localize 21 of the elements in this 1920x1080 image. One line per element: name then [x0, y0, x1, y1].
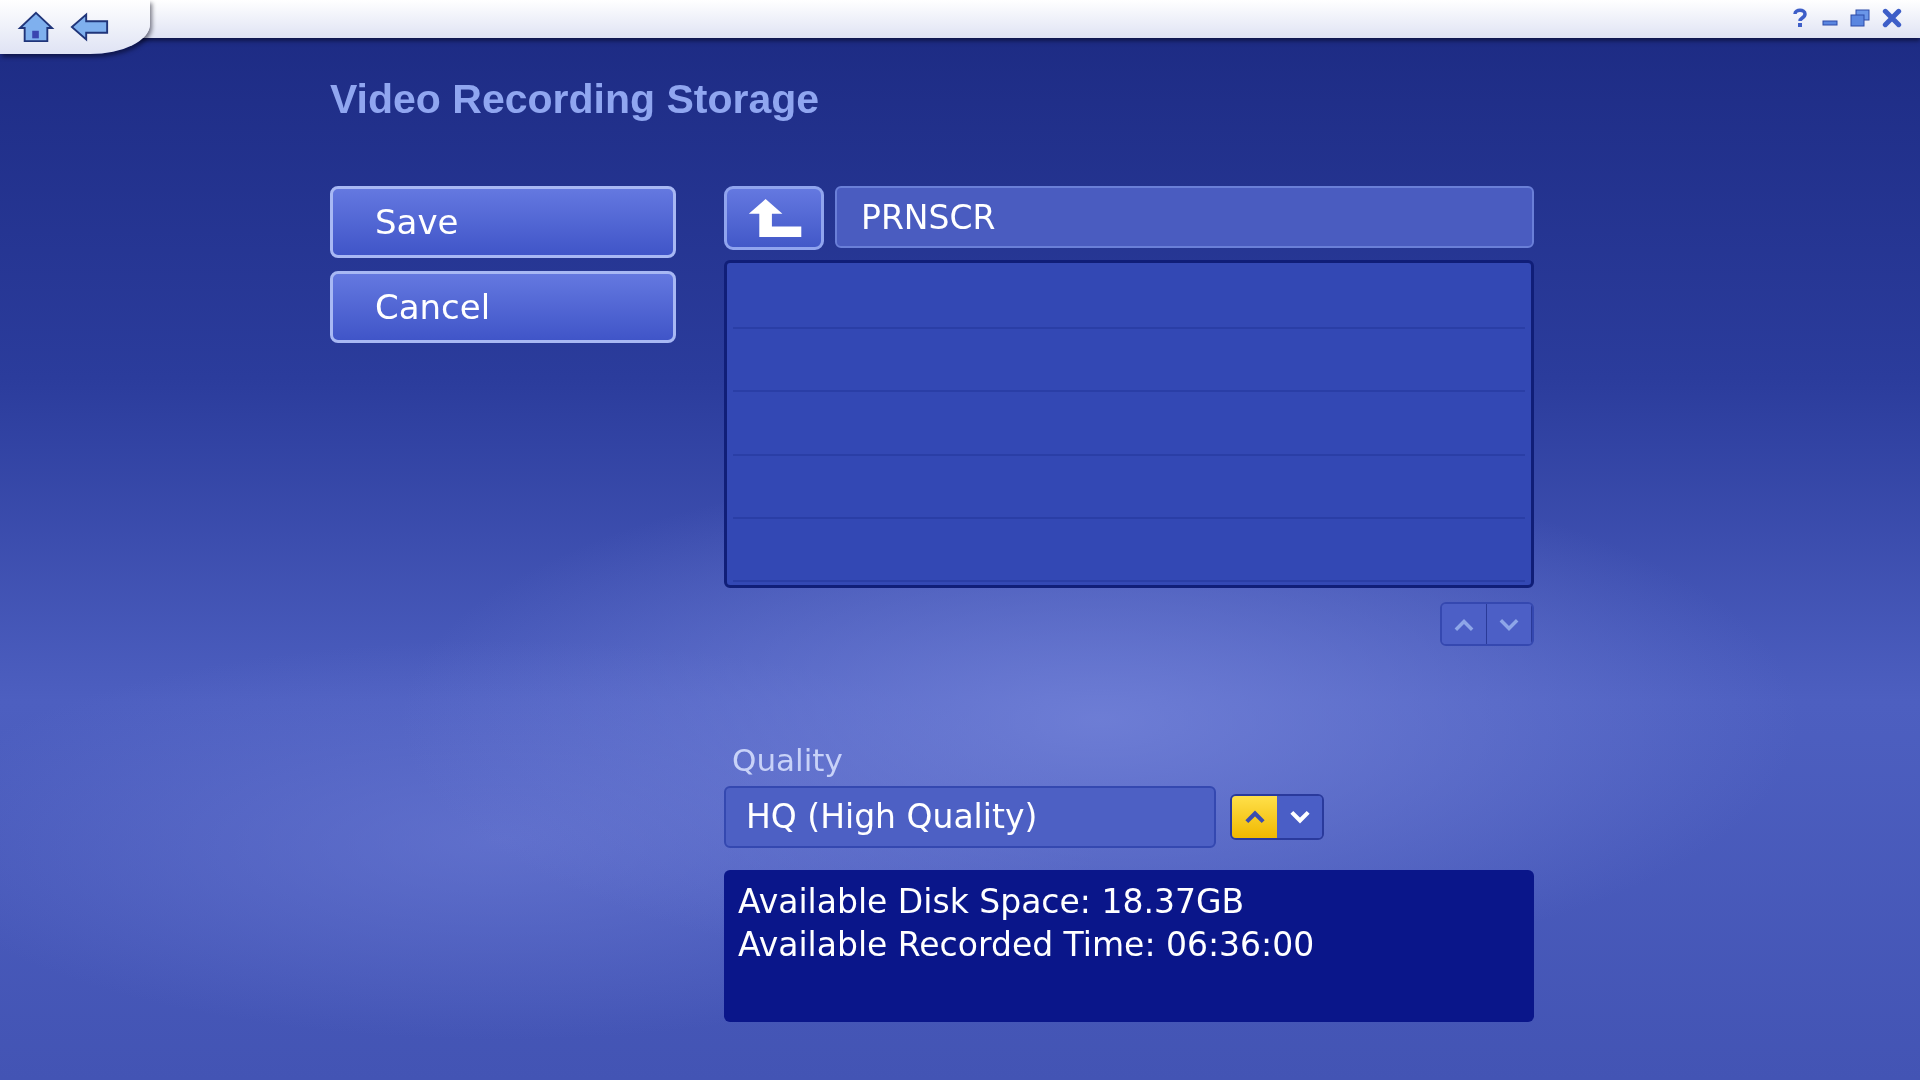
folder-name-field: PRNSCR	[835, 186, 1534, 248]
minimize-icon[interactable]	[1822, 19, 1838, 27]
close-icon[interactable]	[1882, 8, 1902, 28]
info-text: Available Disk Space: 18.37GB	[738, 881, 1245, 923]
increase-button[interactable]	[1232, 796, 1277, 838]
page-title: Video Recording Storage	[330, 76, 821, 124]
restore-icon[interactable]	[1850, 8, 1870, 28]
info-text: Available Recorded Time: 06:36:00	[738, 924, 1315, 966]
chevron-up-icon	[1452, 618, 1476, 632]
menu-button[interactable]: Save	[330, 186, 676, 258]
back-arrow-icon[interactable]	[70, 10, 110, 44]
help-icon[interactable]	[1790, 8, 1810, 28]
quality-label: Quality	[731, 742, 844, 780]
home-icon[interactable]	[16, 10, 56, 44]
scroll-down-button[interactable]	[1487, 604, 1532, 644]
up-folder-button[interactable]	[724, 186, 824, 250]
quality-field[interactable]: HQ (High Quality)	[724, 786, 1216, 848]
menu-button[interactable]: Cancel	[330, 271, 676, 343]
chevron-down-icon	[1497, 618, 1521, 632]
decrease-button[interactable]	[1277, 796, 1322, 838]
scroll-up-button[interactable]	[1442, 604, 1487, 644]
